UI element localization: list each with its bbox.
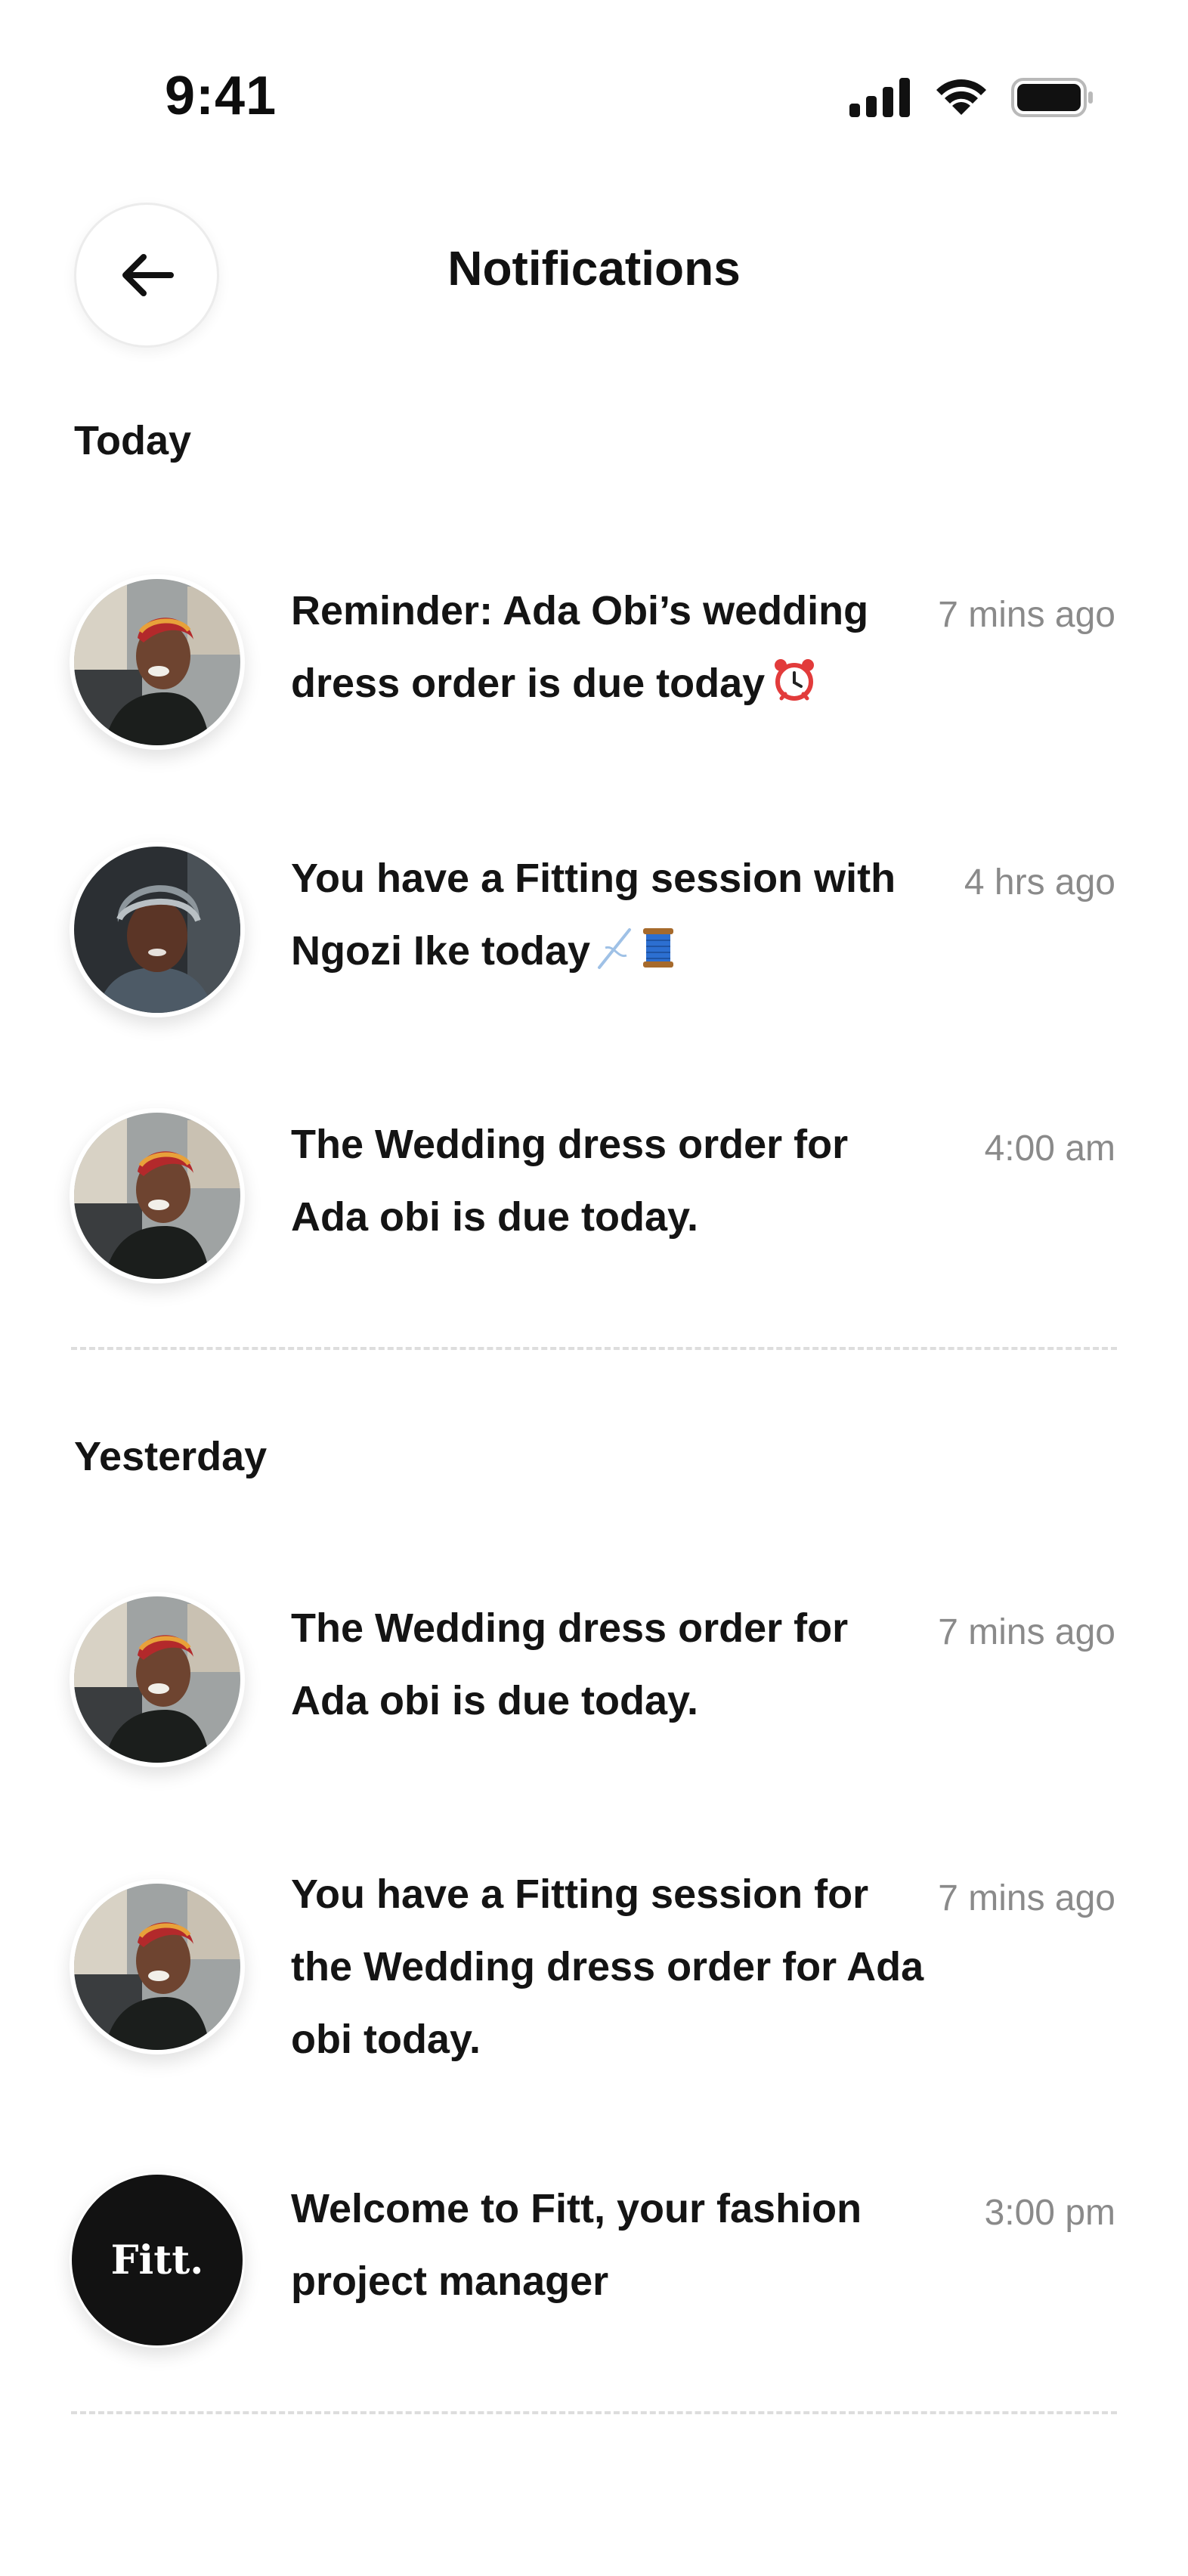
notification-item[interactable]: You have a Fitting session for the Weddi… bbox=[0, 1843, 1188, 2100]
notification-time: 4 hrs ago bbox=[964, 862, 1115, 903]
avatar bbox=[70, 574, 245, 750]
notification-message: The Wedding dress order for Ada obi is d… bbox=[291, 1122, 849, 1240]
notification-item[interactable]: Reminder: Ada Obi’s wedding dress order … bbox=[0, 559, 1188, 756]
notification-item[interactable]: You have a Fitting session with Ngozi Ik… bbox=[0, 827, 1188, 1023]
notification-time: 7 mins ago bbox=[938, 1612, 1115, 1652]
needle-thread-icon bbox=[596, 921, 676, 993]
section-title-yesterday: Yesterday bbox=[74, 1434, 268, 1479]
notification-message: You have a Fitting session for the Weddi… bbox=[291, 1872, 924, 2062]
avatar bbox=[70, 1108, 245, 1283]
woman-headwrap-photo bbox=[74, 1884, 240, 2050]
notification-time: 7 mins ago bbox=[938, 1878, 1115, 1918]
notification-time: 3:00 pm bbox=[984, 2193, 1115, 2233]
notification-message: Reminder: Ada Obi’s wedding dress order … bbox=[291, 574, 930, 726]
avatar: Fitt. bbox=[70, 2172, 245, 2348]
notification-time: 4:00 am bbox=[984, 1129, 1115, 1169]
section-divider bbox=[71, 2411, 1117, 2414]
woman-headwrap-photo bbox=[74, 1596, 240, 1763]
status-time: 9:41 bbox=[165, 66, 277, 126]
woman-gray-headwrap-photo bbox=[74, 847, 240, 1013]
notification-item[interactable]: The Wedding dress order for Ada obi is d… bbox=[0, 1093, 1188, 1290]
battery-icon bbox=[1011, 78, 1093, 117]
notification-message: The Wedding dress order for Ada obi is d… bbox=[291, 1605, 849, 1723]
notification-message: Welcome to Fitt, your fashion project ma… bbox=[291, 2186, 862, 2304]
signal-icon bbox=[849, 78, 910, 117]
woman-headwrap-photo bbox=[74, 1113, 240, 1279]
avatar bbox=[70, 1592, 245, 1767]
section-title-today: Today bbox=[74, 418, 192, 463]
notification-message: You have a Fitting session with Ngozi Ik… bbox=[291, 842, 930, 993]
fitt-logo: Fitt. bbox=[72, 2175, 243, 2345]
alarm-clock-icon bbox=[771, 653, 818, 726]
status-icons bbox=[849, 77, 1094, 118]
notification-item[interactable]: The Wedding dress order for Ada obi is d… bbox=[0, 1577, 1188, 1773]
section-divider bbox=[71, 1347, 1117, 1350]
avatar bbox=[70, 842, 245, 1017]
woman-headwrap-photo bbox=[74, 579, 240, 745]
avatar bbox=[70, 1879, 245, 2054]
page-title: Notifications bbox=[447, 241, 741, 296]
notifications-screen: 9:41 Notifications Today Reminder: Ada O… bbox=[0, 0, 1188, 2576]
notification-time: 7 mins ago bbox=[938, 595, 1115, 635]
wifi-icon bbox=[936, 79, 986, 115]
notification-item[interactable]: Fitt. Welcome to Fitt, your fashion proj… bbox=[0, 2157, 1188, 2354]
